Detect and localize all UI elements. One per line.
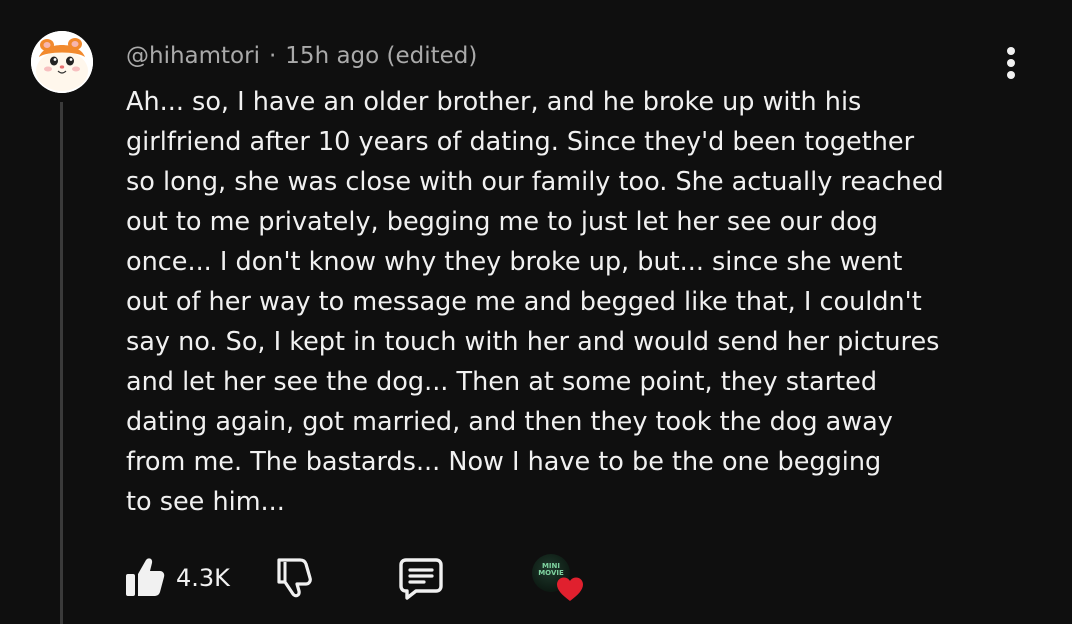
author-avatar[interactable] (31, 31, 93, 93)
reply-button[interactable] (398, 556, 444, 600)
more-vertical-icon (1007, 47, 1015, 79)
comment-line: out of her way to message me and begged … (126, 287, 922, 317)
comment-line: and let her see the dog... Then at some … (126, 367, 878, 397)
like-button[interactable] (124, 554, 166, 600)
comment-line: to see him... (126, 487, 285, 517)
dislike-button[interactable] (270, 554, 312, 600)
thumbs-down-icon (277, 558, 312, 598)
author-handle[interactable]: @hihamtori (126, 43, 260, 69)
thumbs-up-icon (126, 558, 165, 596)
comment-line: once... I don't know why they broke up, … (126, 247, 903, 277)
comment-line: dating again, got married, and then they… (126, 407, 893, 437)
comment-timestamp[interactable]: 15h ago (edited) (285, 43, 477, 69)
more-options-button[interactable] (996, 44, 1026, 84)
thread-line (60, 102, 63, 624)
comment-meta: @hihamtori · 15h ago (edited) (126, 40, 477, 72)
like-count: 4.3K (176, 564, 230, 592)
comment-text: Ah... so, I have an older brother, and h… (126, 82, 1006, 522)
comment-line: girlfriend after 10 years of dating. Sin… (126, 127, 915, 157)
comment-line: Ah... so, I have an older brother, and h… (126, 87, 862, 117)
meta-separator: · (268, 43, 277, 69)
comment-line: say no. So, I kept in touch with her and… (126, 327, 940, 357)
heart-icon (557, 577, 583, 601)
comment-line: so long, she was close with our family t… (126, 167, 944, 197)
comment-line: out to me privately, begging me to just … (126, 207, 878, 237)
creator-heart-badge: MINI MOVIE (530, 554, 586, 606)
comment-line: from me. The bastards... Now I have to b… (126, 447, 882, 477)
reply-comment-icon (399, 558, 443, 600)
hamster-avatar-image (31, 31, 93, 93)
